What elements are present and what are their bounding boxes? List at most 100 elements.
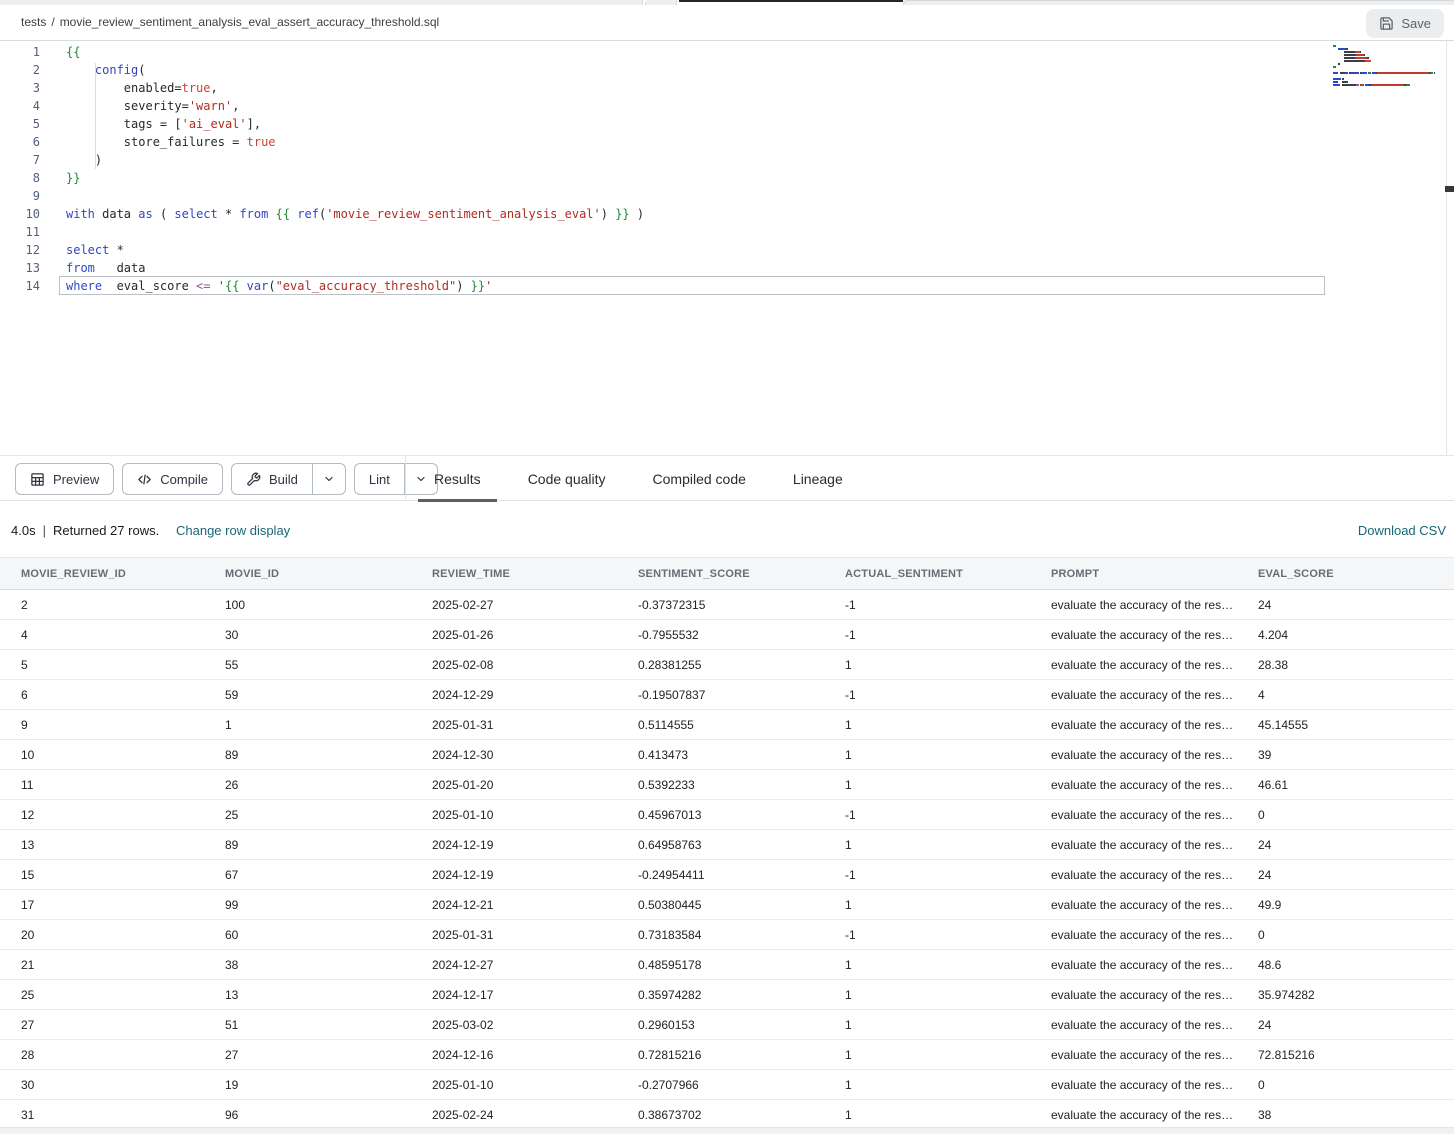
line-number: 1 xyxy=(0,43,40,61)
cell-eval_score: 72.815216 xyxy=(1237,1048,1454,1062)
table-row: 12252025-01-100.45967013-1evaluate the a… xyxy=(0,800,1454,830)
cell-movie_id: 67 xyxy=(204,868,411,882)
cell-eval_score: 24 xyxy=(1237,598,1454,612)
cell-sentiment_score: -0.24954411 xyxy=(617,868,824,882)
column-header-eval_score: EVAL_SCORE xyxy=(1237,568,1454,580)
code-text: {{ xyxy=(66,43,80,61)
cell-eval_score: 39 xyxy=(1237,748,1454,762)
code-line: 6 store_failures = true xyxy=(0,133,644,151)
compile-button[interactable]: Compile xyxy=(122,463,223,495)
compile-button-label: Compile xyxy=(160,472,208,487)
editor-minimap[interactable] xyxy=(1333,45,1445,87)
cell-review_time: 2025-01-31 xyxy=(411,718,617,732)
prompt-preview-text: evaluate the accuracy of the res… xyxy=(1051,598,1233,612)
code-text: store_failures = true xyxy=(66,133,276,151)
cell-eval_score: 0 xyxy=(1237,808,1454,822)
line-number: 10 xyxy=(0,205,40,223)
code-line: 11 xyxy=(0,223,644,241)
cell-movie_id: 96 xyxy=(204,1108,411,1122)
cell-prompt: evaluate the accuracy of the res… xyxy=(1030,898,1237,912)
horizontal-scrollbar-track[interactable] xyxy=(0,1127,1454,1134)
cell-actual_sentiment: 1 xyxy=(824,958,1030,972)
cell-movie_review_id: 4 xyxy=(0,628,204,642)
prompt-preview-text: evaluate the accuracy of the res… xyxy=(1051,1048,1233,1062)
cell-sentiment_score: 0.38673702 xyxy=(617,1108,824,1122)
indent-guide xyxy=(95,63,96,169)
code-text: from data xyxy=(66,259,145,277)
cell-review_time: 2024-12-29 xyxy=(411,688,617,702)
download-csv-link[interactable]: Download CSV xyxy=(1358,523,1446,538)
table-row: 20602025-01-310.73183584-1evaluate the a… xyxy=(0,920,1454,950)
table-row: 5552025-02-080.283812551evaluate the acc… xyxy=(0,650,1454,680)
table-row: 17992024-12-210.503804451evaluate the ac… xyxy=(0,890,1454,920)
table-row: 4302025-01-26-0.7955532-1evaluate the ac… xyxy=(0,620,1454,650)
table-body: 21002025-02-27-0.37372315-1evaluate the … xyxy=(0,590,1454,1130)
results-table: MOVIE_REVIEW_IDMOVIE_IDREVIEW_TIMESENTIM… xyxy=(0,557,1454,1130)
wrench-icon xyxy=(246,472,261,487)
cell-sentiment_score: 0.50380445 xyxy=(617,898,824,912)
cell-prompt: evaluate the accuracy of the res… xyxy=(1030,838,1237,852)
breadcrumb-filename: movie_review_sentiment_analysis_eval_ass… xyxy=(60,15,440,29)
cell-movie_id: 1 xyxy=(204,718,411,732)
prompt-preview-text: evaluate the accuracy of the res… xyxy=(1051,658,1233,672)
cell-movie_id: 89 xyxy=(204,838,411,852)
cell-actual_sentiment: -1 xyxy=(824,928,1030,942)
prompt-preview-text: evaluate the accuracy of the res… xyxy=(1051,1078,1233,1092)
change-row-display-link[interactable]: Change row display xyxy=(176,523,290,538)
cell-movie_id: 38 xyxy=(204,958,411,972)
build-dropdown-toggle[interactable] xyxy=(312,464,345,494)
table-row: 25132024-12-170.359742821evaluate the ac… xyxy=(0,980,1454,1010)
line-number: 9 xyxy=(0,187,40,205)
tab-lineage[interactable]: Lineage xyxy=(777,456,859,501)
table-row: 21002025-02-27-0.37372315-1evaluate the … xyxy=(0,590,1454,620)
line-number: 2 xyxy=(0,61,40,79)
build-button[interactable]: Build xyxy=(231,463,346,495)
code-line: 2 config( xyxy=(0,61,644,79)
preview-button[interactable]: Preview xyxy=(15,463,114,495)
prompt-preview-text: evaluate the accuracy of the res… xyxy=(1051,838,1233,852)
cell-actual_sentiment: 1 xyxy=(824,1078,1030,1092)
editor-scrollbar-thumb[interactable] xyxy=(1445,186,1454,192)
cell-prompt: evaluate the accuracy of the res… xyxy=(1030,658,1237,672)
result-tabs: Results Code quality Compiled code Lineage xyxy=(418,456,874,501)
sql-code-editor[interactable]: 1{{2 config(3 enabled=true,4 severity='w… xyxy=(0,41,1454,455)
cell-movie_id: 25 xyxy=(204,808,411,822)
cell-actual_sentiment: 1 xyxy=(824,1048,1030,1062)
column-header-movie_review_id: MOVIE_REVIEW_ID xyxy=(0,568,204,580)
cell-movie_id: 99 xyxy=(204,898,411,912)
line-number: 8 xyxy=(0,169,40,187)
code-line: 9 xyxy=(0,187,644,205)
cell-review_time: 2025-01-31 xyxy=(411,928,617,942)
line-number: 13 xyxy=(0,259,40,277)
build-button-label: Build xyxy=(269,472,298,487)
cell-movie_review_id: 17 xyxy=(0,898,204,912)
cell-review_time: 2024-12-21 xyxy=(411,898,617,912)
cell-movie_review_id: 31 xyxy=(0,1108,204,1122)
cell-movie_review_id: 2 xyxy=(0,598,204,612)
cell-actual_sentiment: 1 xyxy=(824,1018,1030,1032)
cell-prompt: evaluate the accuracy of the res… xyxy=(1030,778,1237,792)
cell-sentiment_score: 0.73183584 xyxy=(617,928,824,942)
cell-movie_review_id: 30 xyxy=(0,1078,204,1092)
cell-review_time: 2025-02-08 xyxy=(411,658,617,672)
cell-prompt: evaluate the accuracy of the res… xyxy=(1030,748,1237,762)
save-button[interactable]: Save xyxy=(1366,9,1444,38)
lint-button-main[interactable]: Lint xyxy=(355,464,404,494)
prompt-preview-text: evaluate the accuracy of the res… xyxy=(1051,718,1233,732)
cell-movie_id: 100 xyxy=(204,598,411,612)
tab-compiled-code[interactable]: Compiled code xyxy=(637,456,762,501)
build-button-main[interactable]: Build xyxy=(232,464,312,494)
cell-movie_id: 26 xyxy=(204,778,411,792)
cell-review_time: 2024-12-17 xyxy=(411,988,617,1002)
cell-movie_review_id: 25 xyxy=(0,988,204,1002)
tab-code-quality[interactable]: Code quality xyxy=(512,456,622,501)
table-row: 13892024-12-190.649587631evaluate the ac… xyxy=(0,830,1454,860)
tab-results[interactable]: Results xyxy=(418,456,497,501)
line-number: 7 xyxy=(0,151,40,169)
toolbar-buttons: Preview Compile xyxy=(15,463,438,495)
cell-prompt: evaluate the accuracy of the res… xyxy=(1030,1078,1237,1092)
cell-review_time: 2024-12-30 xyxy=(411,748,617,762)
cell-eval_score: 4.204 xyxy=(1237,628,1454,642)
file-header: tests/movie_review_sentiment_analysis_ev… xyxy=(0,5,1454,41)
table-row: 31962025-02-240.386737021evaluate the ac… xyxy=(0,1100,1454,1130)
